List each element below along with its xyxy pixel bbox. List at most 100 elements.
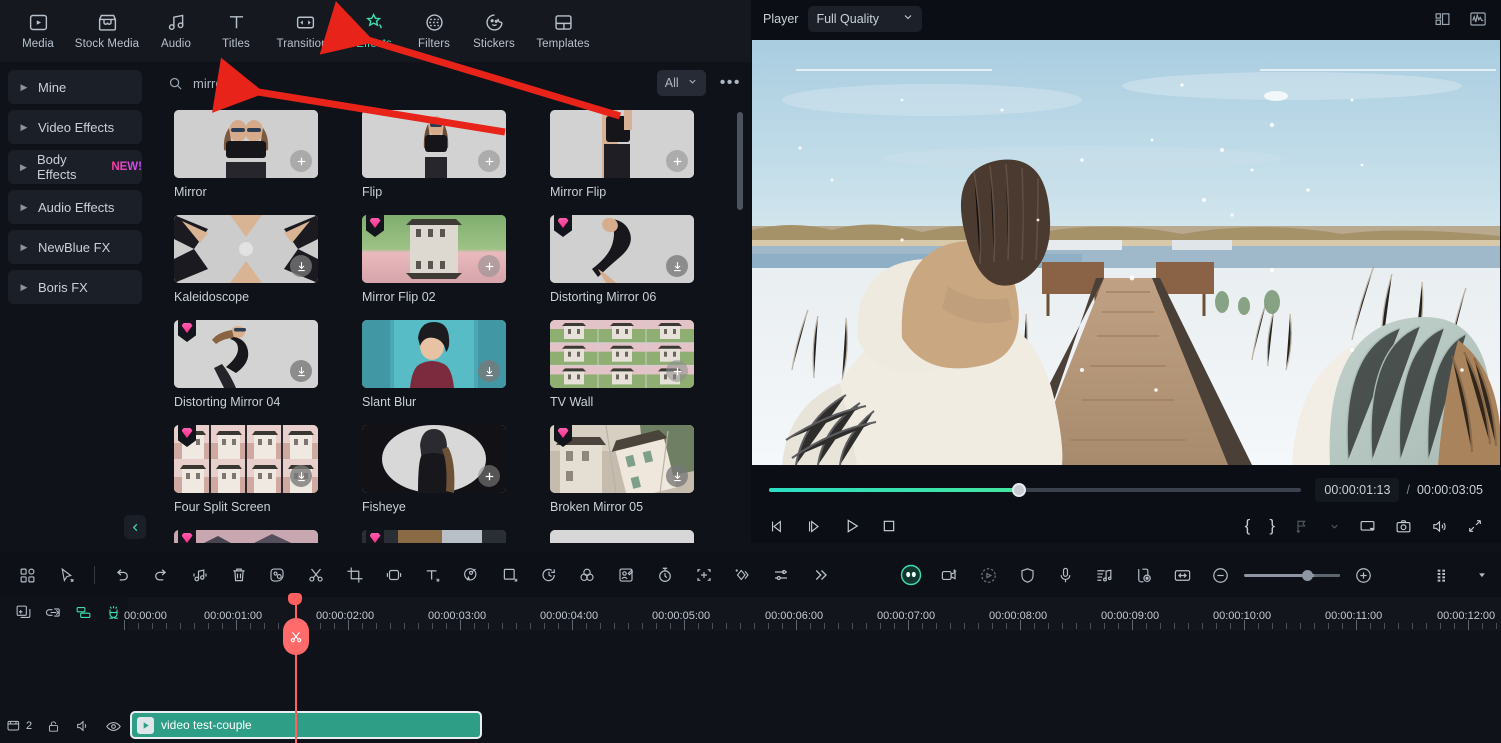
ai-assistant-icon[interactable] bbox=[892, 555, 931, 595]
ai-audio-icon[interactable] bbox=[452, 555, 491, 595]
quality-dropdown[interactable]: Full Quality bbox=[808, 6, 923, 32]
scopes-button[interactable] bbox=[1469, 10, 1487, 28]
more-tools-icon[interactable] bbox=[800, 555, 839, 595]
effect-card[interactable]: Distorting Mirror 06 bbox=[550, 215, 694, 304]
effect-card[interactable]: Broken Mirror 05 bbox=[550, 425, 694, 514]
effect-thumbnail[interactable] bbox=[362, 425, 506, 493]
effect-card[interactable]: Flip bbox=[362, 110, 506, 199]
split-icon[interactable] bbox=[297, 555, 336, 595]
mic-icon[interactable] bbox=[1047, 555, 1086, 595]
timer-icon[interactable] bbox=[645, 555, 684, 595]
delete-icon[interactable] bbox=[219, 555, 258, 595]
effect-card-partial[interactable] bbox=[550, 530, 694, 543]
download-effect-button[interactable] bbox=[290, 360, 312, 382]
audio-list-icon[interactable] bbox=[1085, 555, 1124, 595]
sidebar-item-newblue-fx[interactable]: ▶ NewBlue FX bbox=[8, 230, 142, 264]
add-effect-button[interactable] bbox=[290, 150, 312, 172]
fit-icon[interactable] bbox=[1163, 555, 1202, 595]
sidebar-item-audio-effects[interactable]: ▶ Audio Effects bbox=[8, 190, 142, 224]
add-track-icon[interactable] bbox=[8, 597, 38, 627]
effect-thumbnail[interactable] bbox=[550, 425, 694, 493]
chevron-down-icon[interactable] bbox=[1329, 521, 1340, 532]
timeline-ruler[interactable]: 00:00:00 00:00:01:00 00:00:02:00 00:00:0… bbox=[124, 597, 1501, 631]
collapse-sidebar-button[interactable] bbox=[124, 515, 146, 539]
detach-audio-icon[interactable] bbox=[1124, 555, 1163, 595]
effect-thumbnail[interactable] bbox=[174, 320, 318, 388]
effect-thumbnail[interactable] bbox=[550, 215, 694, 283]
speaker-icon[interactable] bbox=[75, 718, 91, 734]
undo-icon[interactable] bbox=[103, 555, 142, 595]
nav-tab-titles[interactable]: Titles bbox=[206, 2, 266, 60]
fullscreen-button[interactable] bbox=[1467, 518, 1483, 534]
search-input[interactable] bbox=[193, 75, 493, 91]
nav-tab-stickers[interactable]: Stickers bbox=[464, 2, 524, 60]
sidebar-item-boris-fx[interactable]: ▶ Boris FX bbox=[8, 270, 142, 304]
add-effect-button[interactable] bbox=[666, 150, 688, 172]
speed-icon[interactable] bbox=[529, 555, 568, 595]
thumbnail-grid-icon[interactable] bbox=[1424, 555, 1463, 595]
record-icon[interactable] bbox=[969, 555, 1008, 595]
add-marker-button[interactable] bbox=[1294, 518, 1310, 534]
redo-icon[interactable] bbox=[142, 555, 181, 595]
next-frame-button[interactable] bbox=[806, 518, 823, 535]
shield-icon[interactable] bbox=[1008, 555, 1047, 595]
effect-card[interactable]: Fisheye bbox=[362, 425, 506, 514]
download-effect-button[interactable] bbox=[666, 465, 688, 487]
effect-thumbnail[interactable] bbox=[362, 215, 506, 283]
eye-icon[interactable] bbox=[105, 718, 122, 735]
nav-tab-effects[interactable]: Effects bbox=[344, 2, 404, 60]
snapshot-button[interactable] bbox=[1395, 518, 1412, 535]
adjust-icon[interactable] bbox=[762, 555, 801, 595]
nav-tab-stock-media[interactable]: Stock Media bbox=[68, 2, 146, 60]
group-icon[interactable] bbox=[68, 597, 98, 627]
effect-card-partial[interactable] bbox=[174, 530, 318, 543]
previous-frame-button[interactable] bbox=[769, 518, 786, 535]
effect-thumbnail[interactable] bbox=[362, 530, 506, 543]
mark-in-button[interactable]: { bbox=[1245, 516, 1251, 536]
more-options-button[interactable]: ••• bbox=[720, 74, 741, 92]
effect-thumbnail[interactable] bbox=[174, 530, 318, 543]
effect-thumbnail[interactable] bbox=[174, 215, 318, 283]
crop-icon[interactable] bbox=[335, 555, 374, 595]
link-icon[interactable] bbox=[38, 597, 68, 627]
text-icon[interactable] bbox=[413, 555, 452, 595]
mark-out-button[interactable]: } bbox=[1269, 516, 1275, 536]
download-effect-button[interactable] bbox=[666, 255, 688, 277]
play-button[interactable] bbox=[843, 517, 861, 535]
pop-out-button[interactable] bbox=[1359, 518, 1376, 535]
effect-thumbnail[interactable] bbox=[550, 320, 694, 388]
playback-progress-bar[interactable] bbox=[769, 483, 1302, 497]
nav-tab-filters[interactable]: Filters bbox=[404, 2, 464, 60]
sticker-mask-icon[interactable] bbox=[258, 555, 297, 595]
zoom-in-button[interactable] bbox=[1344, 555, 1383, 595]
grid-layout-icon[interactable] bbox=[8, 555, 47, 595]
nav-tab-audio[interactable]: Audio bbox=[146, 2, 206, 60]
video-preview-stage[interactable] bbox=[752, 40, 1500, 465]
playhead-handle[interactable] bbox=[288, 593, 302, 605]
zoom-rail[interactable] bbox=[1244, 569, 1341, 581]
select-tool-icon[interactable] bbox=[47, 555, 86, 595]
ai-video-icon[interactable] bbox=[930, 555, 969, 595]
lock-icon[interactable] bbox=[46, 719, 61, 734]
add-effect-button[interactable] bbox=[666, 360, 688, 382]
download-effect-button[interactable] bbox=[290, 465, 312, 487]
keyframe-icon[interactable] bbox=[723, 555, 762, 595]
sidebar-item-mine[interactable]: ▶ Mine bbox=[8, 70, 142, 104]
stop-button[interactable] bbox=[881, 518, 897, 534]
portrait-edit-icon[interactable] bbox=[607, 555, 646, 595]
effect-card[interactable]: Mirror bbox=[174, 110, 318, 199]
grid-view-button[interactable] bbox=[1434, 11, 1451, 28]
effect-thumbnail[interactable] bbox=[362, 320, 506, 388]
filter-all-dropdown[interactable]: All bbox=[656, 70, 706, 96]
zoom-out-button[interactable] bbox=[1202, 555, 1241, 595]
effect-card[interactable]: Slant Blur bbox=[362, 320, 506, 409]
download-effect-button[interactable] bbox=[290, 255, 312, 277]
effect-thumbnail[interactable] bbox=[174, 425, 318, 493]
nav-tab-templates[interactable]: Templates bbox=[524, 2, 602, 60]
nav-tab-media[interactable]: Media bbox=[8, 2, 68, 60]
effect-card-partial[interactable] bbox=[362, 530, 506, 543]
effect-card[interactable]: Four Split Screen bbox=[174, 425, 318, 514]
search-box[interactable] bbox=[168, 75, 657, 91]
effects-scrollbar-thumb[interactable] bbox=[737, 112, 743, 210]
view-mode-chevron-icon[interactable] bbox=[1462, 555, 1501, 595]
